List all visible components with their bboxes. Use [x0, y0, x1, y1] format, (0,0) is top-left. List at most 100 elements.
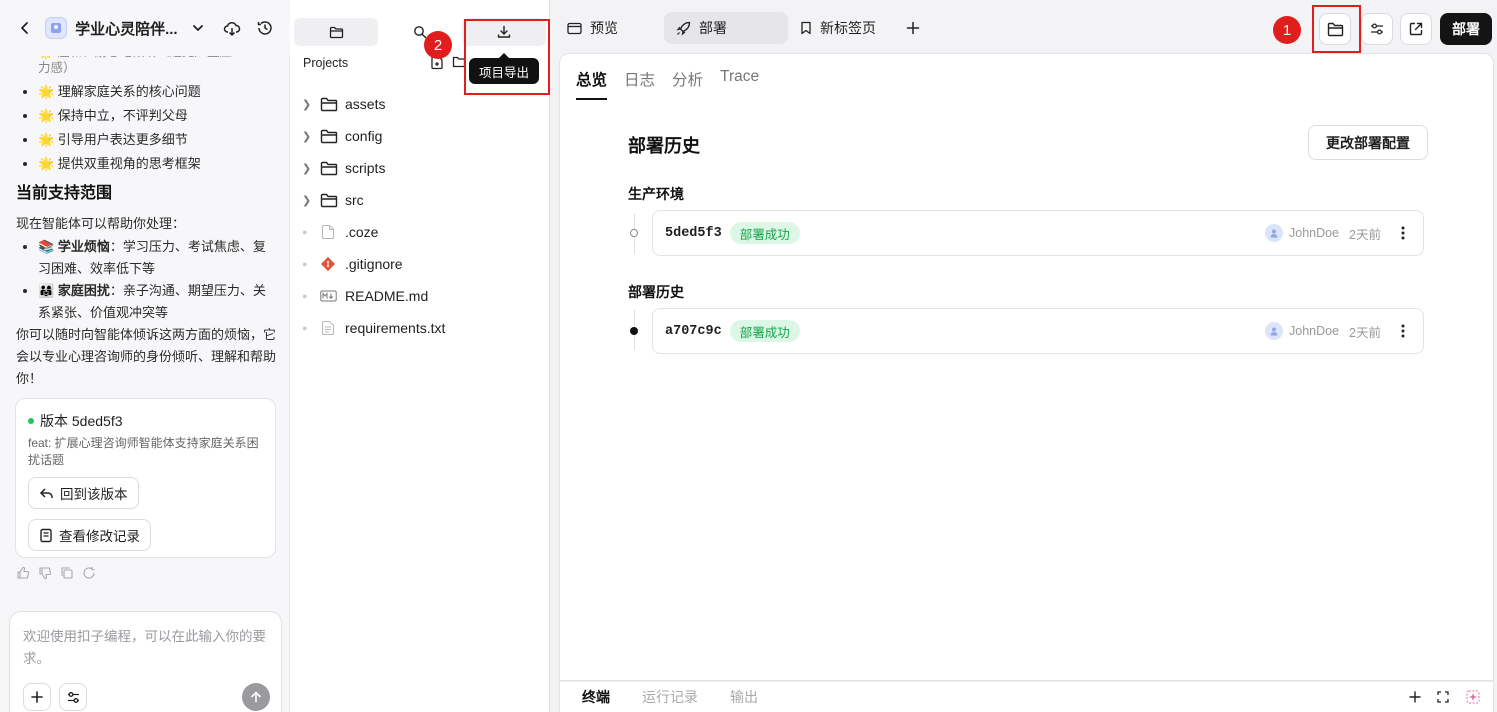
more-options-button[interactable]: [1395, 324, 1411, 338]
annotation-box-export: [464, 19, 550, 95]
history-deploy-row[interactable]: a707c9c 部署成功 JohnDoe 2天前: [652, 308, 1424, 354]
settings-button[interactable]: [1361, 13, 1393, 45]
settings-sliders-button[interactable]: [59, 683, 87, 711]
file-name: README.md: [345, 288, 429, 304]
project-dropdown-button[interactable]: [186, 15, 211, 41]
thumbs-down-icon[interactable]: [38, 566, 52, 580]
tab-deploy[interactable]: 部署: [664, 12, 788, 44]
page-title: 部署历史: [628, 136, 700, 156]
plus-icon: [31, 691, 43, 703]
revert-version-button[interactable]: 回到该版本: [28, 477, 139, 509]
chat-input-box[interactable]: 欢迎使用扣子编程，可以在此输入你的要求。: [9, 611, 282, 712]
deploy-button[interactable]: 部署: [1440, 13, 1492, 45]
sparkle-icon[interactable]: [1465, 689, 1481, 705]
tab-preview-label: 预览: [590, 20, 618, 36]
file-name: .coze: [345, 224, 379, 240]
deploy-user: JohnDoe: [1289, 324, 1340, 338]
project-title[interactable]: 学业心灵陪伴...: [75, 18, 178, 39]
version-label: 版本 5ded5f3: [40, 413, 123, 429]
version-card: 版本 5ded5f3 feat: 扩展心理咨询师智能体支持家庭关系困扰话题 回到…: [15, 398, 276, 558]
production-deploy-row[interactable]: 5ded5f3 部署成功 JohnDoe 2天前: [652, 210, 1424, 256]
tab-trace[interactable]: Trace: [720, 68, 759, 100]
projects-label: Projects: [303, 56, 349, 70]
status-dot: [28, 418, 34, 424]
search-icon: [414, 26, 427, 39]
annotation-box-explorer: [1312, 5, 1361, 53]
chevron-right-icon: ❯: [302, 162, 312, 175]
file-name: requirements.txt: [345, 320, 446, 336]
tree-item-coze[interactable]: ● .coze: [302, 216, 542, 248]
add-tab-button[interactable]: [898, 12, 928, 44]
closing-text: 你可以随时向智能体倾诉这两方面的烦恼，它会以专业心理咨询师的身份倾听、理解和帮助…: [16, 327, 277, 386]
tab-analytics[interactable]: 分析: [672, 68, 703, 100]
tab-output[interactable]: 输出: [730, 687, 758, 707]
thumbs-up-icon[interactable]: [16, 566, 30, 580]
chevron-right-icon: ❯: [302, 130, 312, 143]
section-title: 当前支持范围: [16, 185, 113, 202]
user-icon: [1270, 327, 1278, 336]
file-tree: ❯ assets ❯ config ❯ scripts ❯ src ● .coz…: [302, 88, 542, 344]
project-logo-icon: [51, 23, 62, 33]
deploy-user: JohnDoe: [1289, 226, 1340, 240]
annotation-number-1: 1: [1273, 16, 1301, 44]
file-name: assets: [345, 96, 386, 112]
refresh-icon[interactable]: [82, 566, 96, 580]
copy-icon[interactable]: [60, 566, 74, 580]
list-item: 🌟 保持中立，不评判父母: [38, 104, 278, 128]
tab-terminal[interactable]: 终端: [582, 687, 610, 707]
cloud-download-icon: [223, 21, 241, 37]
tab-preview[interactable]: 预览: [555, 12, 630, 44]
more-options-button[interactable]: [1395, 226, 1411, 240]
scope-label: 家庭困扰: [57, 283, 110, 298]
tree-item-scripts[interactable]: ❯ scripts: [302, 152, 542, 184]
tree-item-config[interactable]: ❯ config: [302, 120, 542, 152]
tab-logs[interactable]: 日志: [624, 68, 655, 100]
folder-icon: [320, 161, 342, 176]
tree-item-readme[interactable]: ● README.md: [302, 280, 542, 312]
file-name: .gitignore: [345, 256, 403, 272]
tab-new-label: 新标签页: [820, 20, 876, 36]
deploy-panel: 总览 日志 分析 Trace 部署历史 更改部署配置 生产环境 5ded5f3 …: [559, 53, 1494, 681]
list-item: 🌟 引导用户表达更多细节: [38, 128, 278, 152]
fullscreen-icon[interactable]: [1437, 691, 1449, 703]
scope-label: 学业烦恼: [57, 239, 110, 254]
change-deploy-config-button[interactable]: 更改部署配置: [1308, 125, 1428, 160]
view-changes-button[interactable]: 查看修改记录: [28, 519, 151, 551]
external-link-icon: [1409, 22, 1423, 36]
history-label: 查看修改记录: [59, 529, 140, 544]
back-button[interactable]: [12, 15, 37, 41]
file-icon: [320, 224, 342, 240]
books-icon: 📚: [38, 239, 55, 254]
plus-icon[interactable]: [1409, 691, 1421, 703]
file-name: scripts: [345, 160, 386, 176]
file-name: src: [345, 192, 364, 208]
bookmark-icon: [801, 21, 811, 35]
reply-icon: [39, 487, 53, 498]
bottom-tools: [1409, 689, 1481, 705]
deploy-meta: JohnDoe 2天前: [1265, 322, 1411, 341]
tab-overview[interactable]: 总览: [576, 68, 608, 100]
tree-item-gitignore[interactable]: ● .gitignore: [302, 248, 542, 280]
tab-run-history[interactable]: 运行记录: [642, 687, 698, 707]
tab-new-tab[interactable]: 新标签页: [788, 12, 888, 44]
status-badge: 部署成功: [729, 222, 800, 244]
family-icon: 👨‍👩‍👧: [38, 283, 55, 298]
commit-hash: a707c9c: [665, 323, 722, 339]
section-intro: 现在智能体可以帮助你处理：: [16, 216, 186, 231]
history-button[interactable]: [253, 15, 278, 41]
chat-input-placeholder[interactable]: 欢迎使用扣子编程，可以在此输入你的要求。: [23, 626, 273, 670]
bullet-dot: ●: [302, 259, 308, 269]
faded-line-2: 力感）: [38, 61, 76, 75]
rocket-icon: [676, 21, 691, 35]
add-attachment-button[interactable]: [23, 683, 51, 711]
timeline-dot-hollow: [630, 229, 638, 237]
sync-button[interactable]: [219, 15, 244, 41]
tab-files[interactable]: [294, 18, 378, 46]
tree-item-requirements[interactable]: ● requirements.txt: [302, 312, 542, 344]
open-external-button[interactable]: [1400, 13, 1432, 45]
tree-item-src[interactable]: ❯ src: [302, 184, 542, 216]
kebab-menu-icon: [1401, 226, 1405, 240]
sliders-icon: [67, 691, 79, 703]
send-button[interactable]: [242, 683, 270, 711]
list-item: 🌟 提供双重视角的思考框架: [38, 152, 278, 176]
